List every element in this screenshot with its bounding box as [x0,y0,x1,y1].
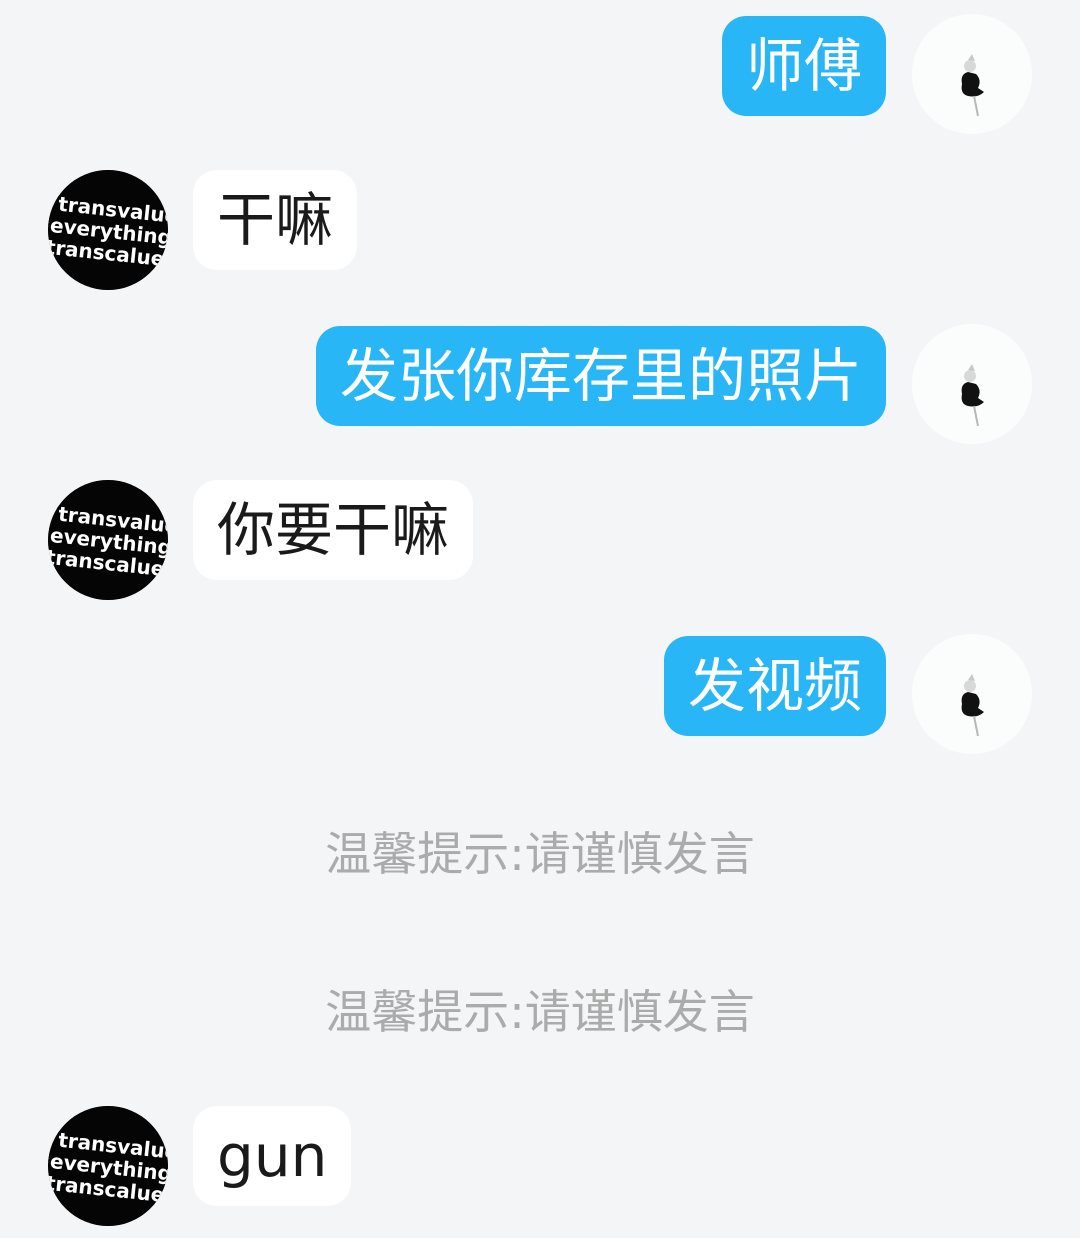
message-row-incoming: transvalue everything transcalue gun [0,1106,1080,1228]
contact-avatar-icon[interactable]: transvalue everything transcalue [48,1106,168,1226]
message-bubble-outgoing[interactable]: 师傅 [721,16,886,116]
message-text: 你要干嘛 [217,496,450,564]
message-bubble-incoming[interactable]: gun [193,1106,352,1206]
system-tip: 温馨提示:请谨慎发言 [325,985,755,1039]
chat-message-list[interactable]: 师傅 transvalue everything transcalue 干嘛 发… [0,0,1080,1238]
message-row-incoming: transvalue everything transcalue 干嘛 [0,170,1080,292]
message-text: 干嘛 [217,186,334,254]
user-avatar-icon[interactable] [912,634,1032,754]
message-bubble-outgoing[interactable]: 发张你库存里的照片 [315,326,886,426]
message-row-incoming: transvalue everything transcalue 你要干嘛 [0,480,1080,602]
message-text: 发张你库存里的照片 [339,342,862,410]
contact-avatar-icon[interactable]: transvalue everything transcalue [48,480,168,600]
message-text: 发视频 [687,652,862,720]
message-bubble-incoming[interactable]: 干嘛 [193,170,358,270]
message-row-outgoing: 发视频 [0,634,1080,756]
user-avatar-icon[interactable] [912,14,1032,134]
message-bubble-incoming[interactable]: 你要干嘛 [193,480,474,580]
user-avatar-icon[interactable] [912,324,1032,444]
system-tip: 温馨提示:请谨慎发言 [325,827,755,881]
message-bubble-outgoing[interactable]: 发视频 [663,636,886,736]
message-text: 师傅 [745,32,862,100]
contact-avatar-icon[interactable]: transvalue everything transcalue [48,170,168,290]
message-row-outgoing: 师傅 [0,14,1080,136]
message-row-outgoing: 发张你库存里的照片 [0,324,1080,446]
message-text: gun [217,1122,328,1190]
